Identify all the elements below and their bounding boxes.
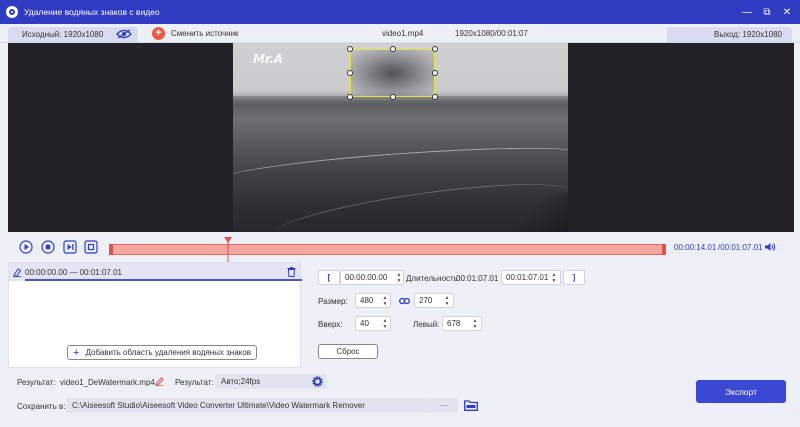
area-parameters-panel: [ 00:00:00.00 ▲ ▼ Длительность: 00:01:07.… — [302, 262, 794, 368]
file-name: video1.mp4 — [382, 29, 424, 38]
format-label: Результат: — [175, 378, 214, 387]
change-source-label: Сменить источник — [171, 29, 239, 38]
plus-icon: + — [152, 27, 165, 40]
eraser-icon — [13, 268, 22, 277]
end-time-stepper[interactable]: ▲ ▼ — [549, 270, 559, 285]
output-resolution-label: Выход: 1920x1080 — [714, 30, 782, 39]
window-title: Удаление водяных знаков с видео — [24, 7, 160, 17]
top-value: 40 — [360, 319, 369, 328]
export-label: Экспорт — [725, 386, 757, 397]
size-label: Размер: — [318, 297, 348, 306]
resize-handle-top-left[interactable] — [347, 46, 353, 52]
left-stepper[interactable]: ▲ ▼ — [470, 316, 480, 331]
top-stepper[interactable]: ▲ ▼ — [380, 316, 390, 331]
set-end-button[interactable]: ] — [563, 270, 585, 285]
save-to-label: Сохранить в: — [17, 402, 66, 411]
resize-handle-top-right[interactable] — [432, 46, 438, 52]
watermark-text: Mr.A — [253, 52, 283, 66]
snapshot-icon[interactable] — [84, 240, 98, 254]
result-file-name: video1_DeWatermark.mp4 — [60, 378, 155, 387]
current-time: 00:00:14.01 — [674, 243, 717, 252]
save-path-value: C:\Aiseesoft Studio\Aiseesoft Video Conv… — [72, 401, 365, 410]
playhead[interactable] — [224, 237, 232, 263]
reset-label: Сброс — [336, 347, 360, 356]
link-aspect-icon[interactable] — [399, 297, 410, 305]
video-preview: Mr.A — [8, 43, 794, 232]
change-source-button[interactable]: + Сменить источник — [152, 27, 239, 40]
minimize-icon[interactable]: — — [740, 5, 754, 19]
end-time-value: 00:01:07.01 — [506, 273, 549, 282]
result-label: Результат: — [17, 378, 56, 387]
resize-handle-left[interactable] — [347, 70, 353, 76]
height-stepper[interactable]: ▲ ▼ — [442, 293, 452, 308]
next-frame-icon[interactable] — [63, 240, 77, 254]
resize-handle-right[interactable] — [432, 70, 438, 76]
top-label: Вверх: — [318, 320, 343, 329]
title-bar: Удаление водяных знаков с видео — ⧉ ✕ — [0, 0, 800, 24]
file-info: 1920x1080/00:01:07 — [455, 29, 528, 38]
start-time-value: 00:00:00.00 — [345, 273, 388, 282]
duration-label: Длительность: — [406, 274, 461, 283]
timeline-track[interactable] — [109, 244, 666, 255]
height-value: 270 — [419, 296, 433, 305]
volume-icon[interactable] — [764, 242, 776, 252]
plus-icon: + — [73, 346, 80, 359]
watermark-areas-panel: 00:00:00.00 — 00:01:07.01 + Добавить обл… — [8, 262, 303, 368]
app-logo-icon — [6, 6, 18, 18]
resize-handle-bottom-left[interactable] — [347, 94, 353, 100]
area-duration-bar — [25, 279, 303, 281]
width-value: 480 — [360, 296, 374, 305]
format-select[interactable]: Авто;24fps — [215, 374, 327, 389]
add-area-label: Добавить область удаления водяных знаков — [85, 348, 251, 357]
duration-value: 00:01:07.01 — [456, 274, 499, 283]
maximize-icon[interactable]: ⧉ — [760, 5, 774, 19]
edit-pencil-icon[interactable] — [155, 377, 164, 386]
eye-icon[interactable] — [116, 29, 132, 39]
timeline-end-handle[interactable] — [662, 244, 666, 255]
close-icon[interactable]: ✕ — [780, 5, 794, 19]
info-bar: Исходный: 1920x1080 + Сменить источник v… — [0, 24, 800, 43]
left-label: Левый: — [413, 320, 440, 329]
browse-path-button[interactable]: ··· — [430, 398, 458, 413]
far-shore — [233, 96, 568, 106]
player-controls: 00:00:14.01 /00:01:07.01 — [0, 232, 800, 263]
area-list-item[interactable]: 00:00:00.00 — 00:01:07.01 — [9, 263, 303, 281]
stop-icon[interactable] — [41, 240, 55, 254]
output-resolution-tab: Выход: 1920x1080 — [667, 27, 792, 42]
browse-label: ··· — [440, 401, 448, 410]
output-settings: Результат: video1_DeWatermark.mp4 Резуль… — [0, 368, 800, 427]
trash-icon[interactable] — [287, 267, 296, 277]
start-time-stepper[interactable]: ▲ ▼ — [394, 270, 404, 285]
watermark-selection-box[interactable] — [347, 46, 438, 100]
format-value: Авто;24fps — [221, 377, 261, 386]
resize-handle-bottom[interactable] — [390, 94, 396, 100]
reset-button[interactable]: Сброс — [318, 344, 378, 359]
left-value: 678 — [447, 319, 461, 328]
resize-handle-bottom-right[interactable] — [432, 94, 438, 100]
play-icon[interactable] — [19, 240, 33, 254]
area-time-range: 00:00:00.00 — 00:01:07.01 — [25, 267, 122, 277]
timeline-start-handle[interactable] — [109, 244, 113, 255]
total-time: /00:01:07.01 — [718, 243, 763, 252]
source-resolution-label: Исходный: 1920x1080 — [22, 30, 104, 39]
export-button[interactable]: Экспорт — [696, 380, 786, 403]
video-frame: Mr.A — [233, 43, 568, 232]
width-stepper[interactable]: ▲ ▼ — [380, 293, 390, 308]
save-path-field[interactable]: C:\Aiseesoft Studio\Aiseesoft Video Conv… — [66, 398, 430, 413]
dark-corner — [508, 192, 568, 232]
add-watermark-area-button[interactable]: + Добавить область удаления водяных знак… — [67, 345, 257, 360]
gear-icon[interactable] — [312, 376, 323, 387]
set-start-button[interactable]: [ — [318, 270, 340, 285]
open-folder-icon[interactable] — [464, 400, 478, 411]
resize-handle-top[interactable] — [390, 46, 396, 52]
